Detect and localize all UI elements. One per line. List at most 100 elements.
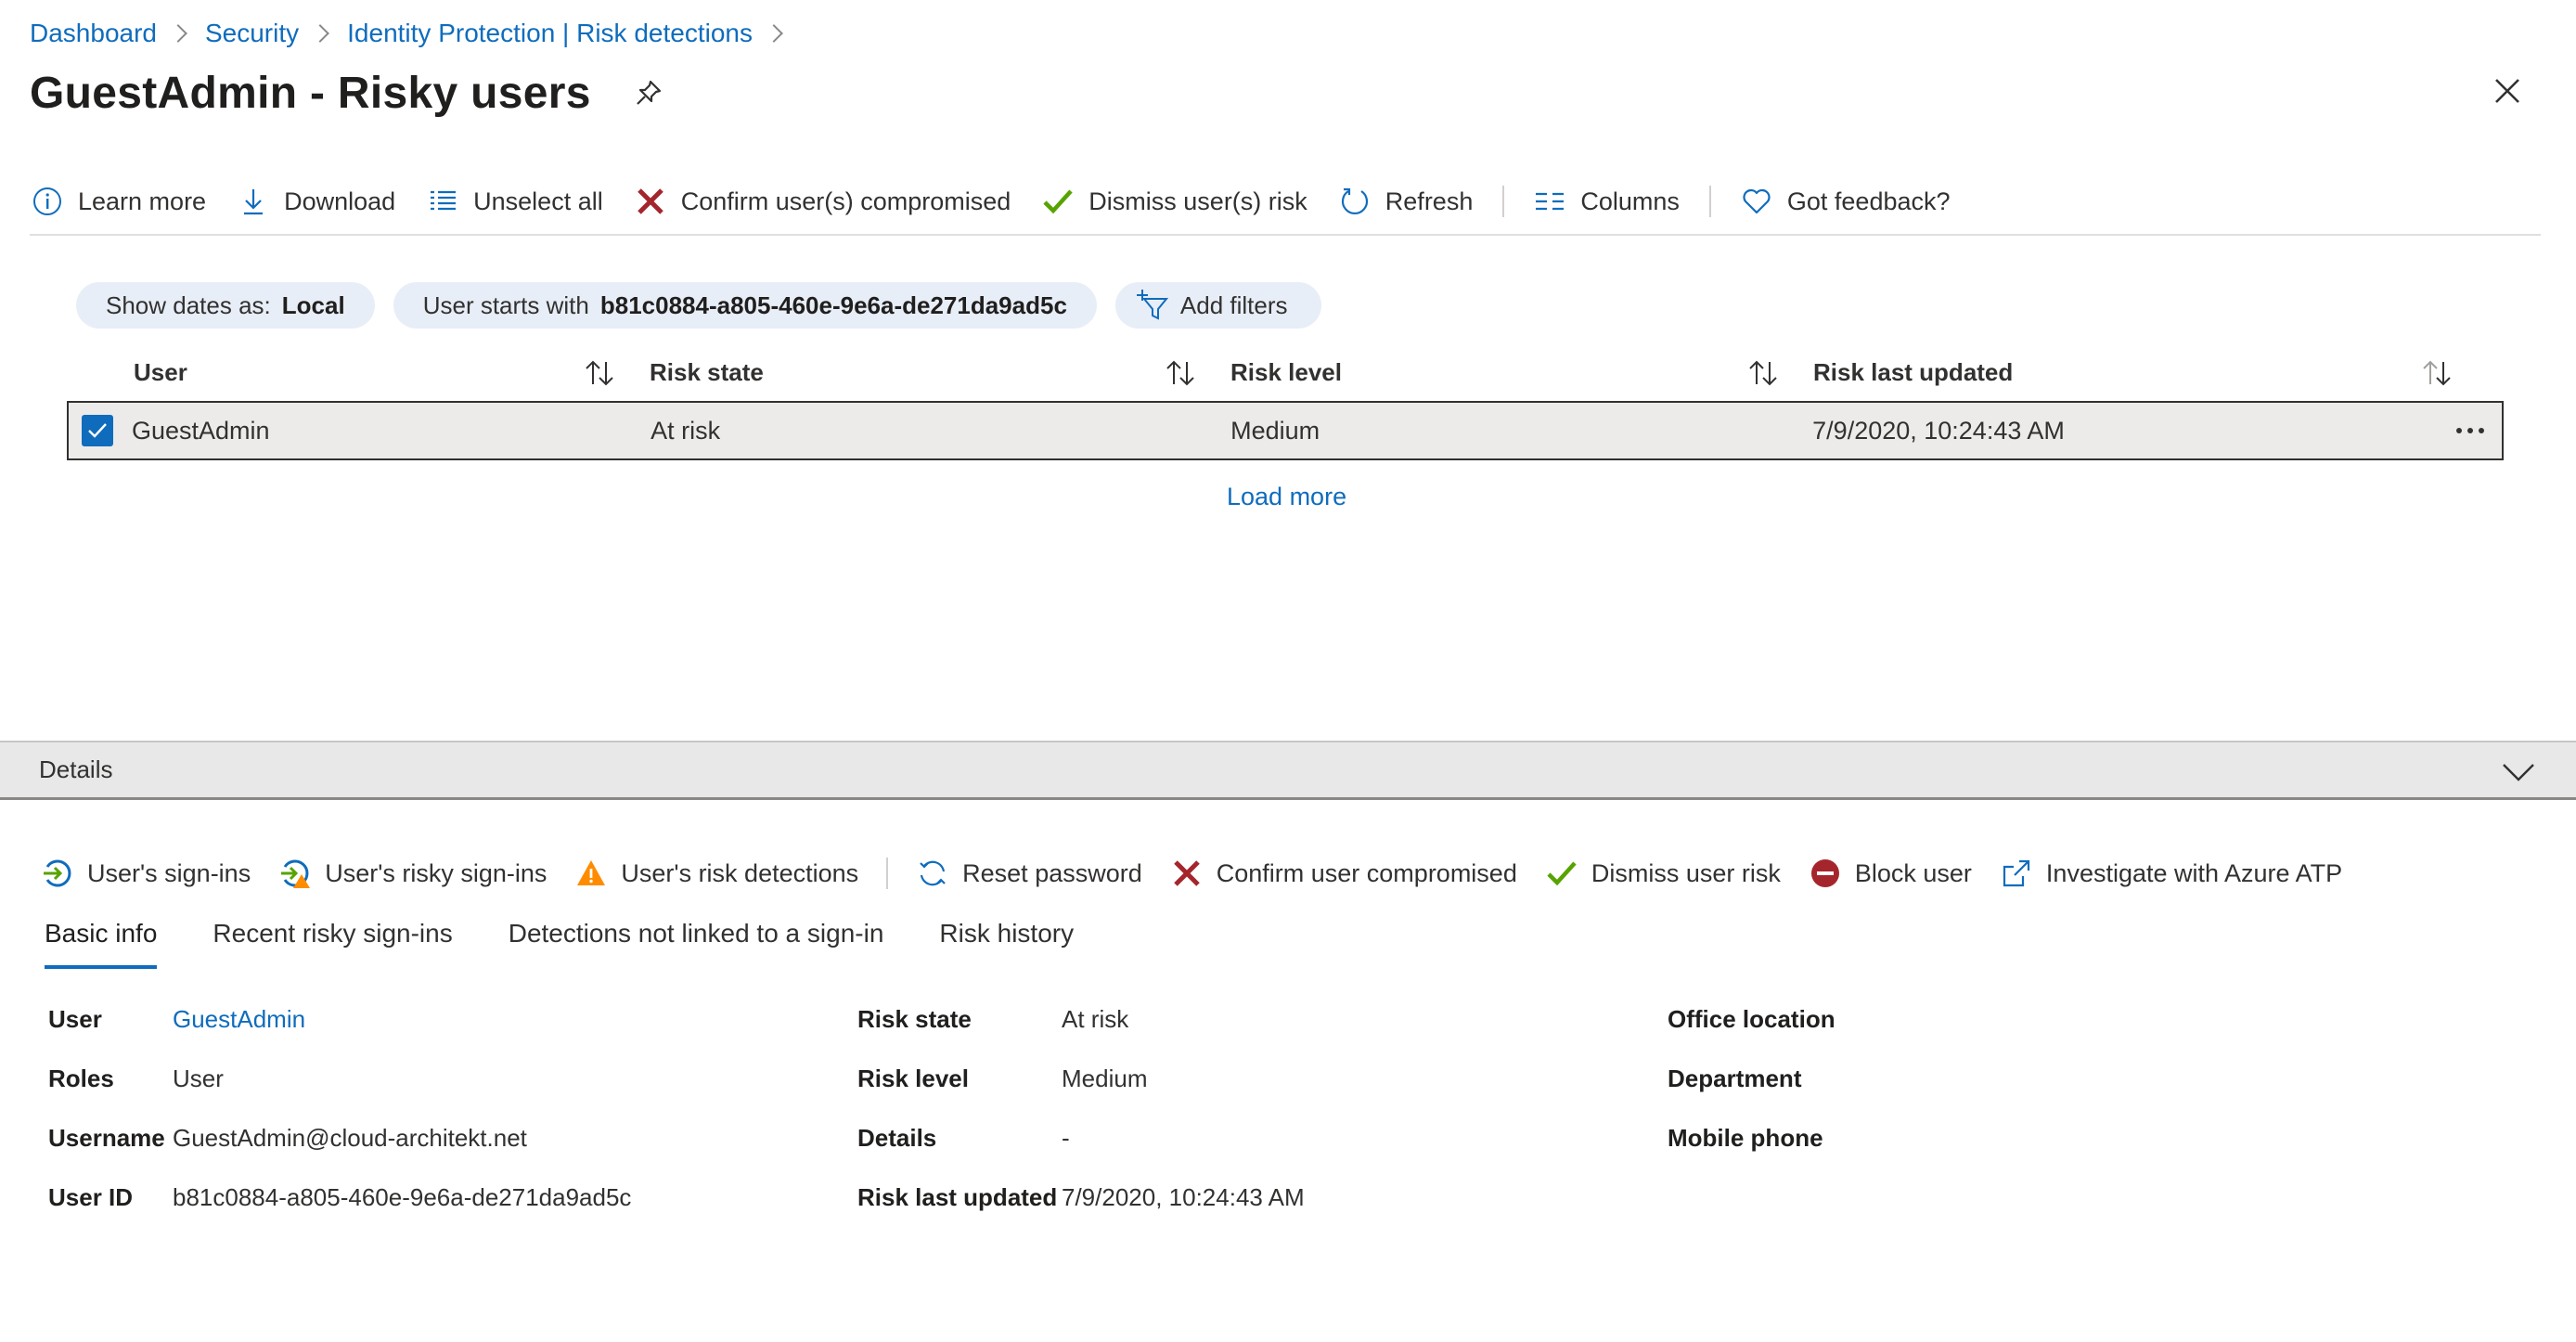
list-icon [425, 184, 460, 219]
heart-icon [1739, 184, 1774, 219]
details-title: Details [39, 755, 113, 783]
column-header-risk-state[interactable]: Risk state [650, 343, 1230, 401]
column-header-label: Risk state [650, 357, 764, 386]
tab-basic-info[interactable]: Basic info [45, 915, 158, 969]
info-label: Details [857, 1123, 937, 1152]
confirm-user-compromised-button[interactable]: Confirm user compromised [1170, 857, 1517, 890]
block-icon [1809, 857, 1842, 890]
sort-icon[interactable] [1746, 356, 1780, 390]
user-filter-value: b81c0884-a805-460e-9e6a-de271da9ad5c [599, 290, 1067, 319]
risky-sign-in-icon [278, 857, 312, 890]
info-row-department: Department [1668, 1049, 1835, 1108]
column-header-risk-last-updated[interactable]: Risk last updated [1813, 343, 2504, 401]
warning-icon [574, 857, 608, 890]
date-format-value: Local [281, 290, 345, 319]
user-sign-ins-button[interactable]: User's sign-ins [41, 857, 251, 890]
confirm-compromised-button[interactable]: Confirm user(s) compromised [633, 179, 1011, 224]
chevron-right-icon [765, 24, 783, 43]
info-label: Risk state [857, 1004, 972, 1033]
tab-risk-history[interactable]: Risk history [939, 915, 1074, 969]
toolbar-divider [886, 858, 889, 889]
tab-detections-not-linked[interactable]: Detections not linked to a sign-in [509, 915, 884, 969]
details-header[interactable]: Details [0, 741, 2576, 800]
user-link[interactable]: GuestAdmin [173, 1005, 305, 1034]
info-label: Office location [1668, 1004, 1835, 1033]
sort-icon[interactable] [1164, 356, 1197, 390]
breadcrumb-security[interactable]: Security [205, 19, 299, 48]
columns-label: Columns [1580, 187, 1680, 215]
sort-icon[interactable] [583, 356, 616, 390]
unselect-all-button[interactable]: Unselect all [425, 179, 603, 224]
chevron-right-icon [311, 24, 330, 43]
dismiss-user-risk-button[interactable]: Dismiss user risk [1545, 857, 1781, 890]
title-row: GuestAdmin - Risky users [30, 63, 665, 123]
column-header-user[interactable]: User [67, 343, 650, 401]
breadcrumb-dashboard[interactable]: Dashboard [30, 19, 157, 48]
investigate-atp-label: Investigate with Azure ATP [2045, 858, 2343, 887]
pin-icon[interactable] [632, 76, 665, 110]
cell-risk-last-updated-value: 7/9/2020, 10:24:43 AM [1812, 416, 2065, 445]
dismiss-risk-button[interactable]: Dismiss user(s) risk [1040, 179, 1307, 224]
toolbar-divider [1502, 186, 1505, 217]
refresh-label: Refresh [1385, 187, 1474, 215]
reset-password-label: Reset password [962, 858, 1142, 887]
checkmark-icon [88, 423, 107, 438]
block-user-button[interactable]: Block user [1809, 857, 1972, 890]
user-filter-pill[interactable]: User starts with b81c0884-a805-460e-9e6a… [393, 282, 1097, 329]
info-label: Department [1668, 1064, 1802, 1092]
refresh-icon [1337, 184, 1372, 219]
confirm-user-compromised-label: Confirm user compromised [1216, 858, 1517, 887]
details-tabs: Basic info Recent risky sign-ins Detecti… [45, 915, 1129, 971]
chevron-down-icon[interactable] [2502, 755, 2535, 789]
user-risk-detections-button[interactable]: User's risk detections [574, 857, 858, 890]
add-filters-label: Add filters [1179, 290, 1288, 319]
more-options-icon[interactable] [2452, 412, 2489, 449]
info-value: GuestAdmin@cloud-architekt.net [173, 1123, 527, 1152]
feedback-button[interactable]: Got feedback? [1739, 179, 1951, 224]
date-format-pill[interactable]: Show dates as: Local [76, 282, 375, 329]
download-label: Download [284, 187, 396, 215]
investigate-atp-button[interactable]: Investigate with Azure ATP [2000, 857, 2342, 890]
load-more-link[interactable]: Load more [1227, 483, 1346, 511]
info-label: Risk level [857, 1064, 969, 1092]
info-row-risk-last-updated: Risk last updated 7/9/2020, 10:24:43 AM [857, 1168, 1305, 1227]
x-mark-icon [1170, 857, 1204, 890]
tab-recent-risky-sign-ins[interactable]: Recent risky sign-ins [213, 915, 452, 969]
user-risk-detections-label: User's risk detections [621, 858, 859, 887]
date-format-label: Show dates as: [106, 290, 271, 319]
close-button[interactable] [2487, 71, 2528, 111]
info-row-user: User GuestAdmin [48, 989, 631, 1049]
column-header-risk-level[interactable]: Risk level [1230, 343, 1813, 401]
download-button[interactable]: Download [236, 179, 395, 224]
info-row-username: Username GuestAdmin@cloud-architekt.net [48, 1108, 631, 1168]
x-mark-icon [633, 184, 668, 219]
breadcrumb-risk-detections[interactable]: Identity Protection | Risk detections [347, 19, 753, 48]
info-row-user-id: User ID b81c0884-a805-460e-9e6a-de271da9… [48, 1168, 631, 1227]
dismiss-user-risk-label: Dismiss user risk [1591, 858, 1781, 887]
reset-password-button[interactable]: Reset password [916, 857, 1142, 890]
chevron-right-icon [169, 24, 187, 43]
info-value: b81c0884-a805-460e-9e6a-de271da9ad5c [173, 1182, 632, 1211]
check-icon [1040, 184, 1075, 219]
row-checkbox[interactable] [82, 415, 113, 446]
basic-info-risk: Risk state At risk Risk level Medium Det… [857, 989, 1305, 1227]
info-row-roles: Roles User [48, 1049, 631, 1108]
details-command-bar: User's sign-ins User's risky sign-ins Us… [41, 850, 2370, 897]
info-value: - [1062, 1123, 1070, 1152]
columns-button[interactable]: Columns [1532, 179, 1680, 224]
add-filters-button[interactable]: Add filters [1114, 282, 1321, 329]
check-icon [1545, 857, 1578, 890]
info-value: At risk [1062, 1004, 1129, 1033]
user-risky-sign-ins-button[interactable]: User's risky sign-ins [278, 857, 547, 890]
cell-risk-level: Medium [1230, 403, 1812, 458]
refresh-button[interactable]: Refresh [1337, 179, 1474, 224]
learn-more-button[interactable]: Learn more [30, 179, 206, 224]
feedback-label: Got feedback? [1786, 187, 1951, 215]
info-row-mobile: Mobile phone [1668, 1108, 1835, 1168]
add-filter-icon [1134, 287, 1171, 324]
info-value: Medium [1062, 1064, 1148, 1092]
cell-risk-state-value: At risk [650, 416, 721, 445]
sort-icon[interactable] [2420, 356, 2454, 390]
table-row[interactable]: GuestAdmin At risk Medium 7/9/2020, 10:2… [67, 401, 2504, 460]
reset-icon [916, 857, 949, 890]
